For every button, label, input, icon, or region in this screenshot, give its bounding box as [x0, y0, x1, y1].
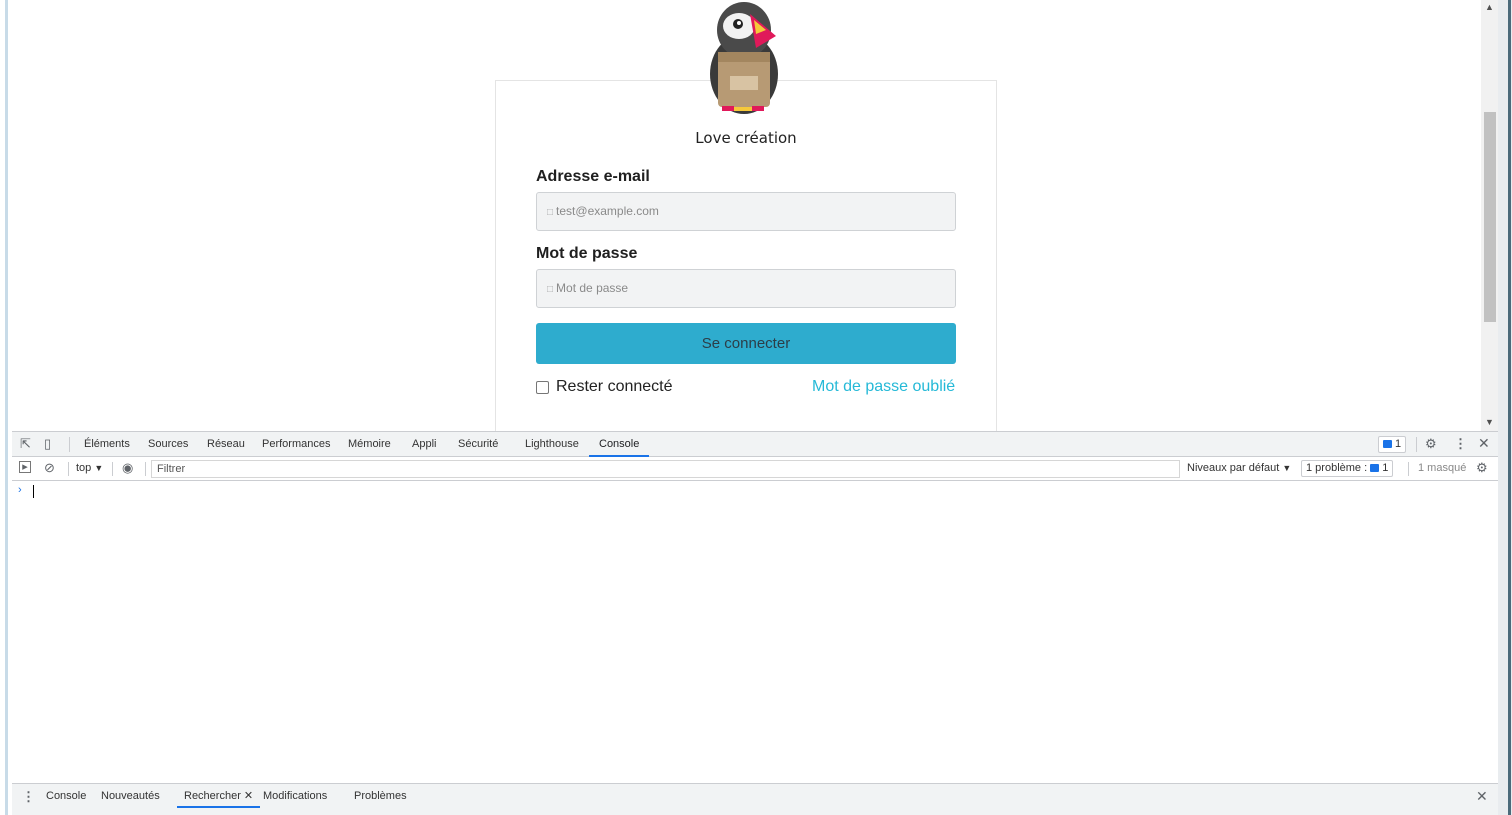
devtools-tabbar: ⇱ ▯ Éléments Sources Réseau Performances… [12, 432, 1498, 457]
drawer-tab-search[interactable]: Rechercher ✕ [177, 784, 261, 808]
remember-checkbox[interactable] [536, 380, 549, 394]
prestashop-puffin-logo [710, 2, 778, 114]
drawer-tab-issues[interactable]: Problèmes [354, 784, 407, 808]
lock-icon: □ [547, 284, 554, 295]
remember-label: Rester connecté [556, 378, 673, 395]
tab-security[interactable]: Sécurité [458, 432, 498, 457]
close-tab-icon[interactable]: ✕ [244, 790, 253, 802]
settings-gear-icon[interactable]: ⚙ [1425, 436, 1437, 452]
tab-elements[interactable]: Éléments [84, 432, 130, 457]
tab-application[interactable]: Appli [412, 432, 436, 457]
page-viewport: Love création Adresse e-mail □ test@examp… [12, 0, 1498, 431]
console-toolbar: ▸ ⊘ top ▼ ◉ Filtrer Niveaux par défaut ▼… [12, 457, 1498, 481]
email-placeholder: test@example.com [556, 204, 659, 218]
close-drawer-icon[interactable]: ✕ [1476, 788, 1488, 805]
email-label: Adresse e-mail [536, 168, 650, 185]
window-right-border [1498, 0, 1512, 815]
tab-performance[interactable]: Performances [262, 432, 330, 457]
problems-button[interactable]: 1 problème : 1 [1301, 460, 1394, 477]
drawer-menu-icon[interactable]: ⋮ [22, 789, 35, 805]
password-placeholder: Mot de passe [556, 281, 629, 295]
drawer-tab-console[interactable]: Console [46, 784, 86, 808]
scroll-up-icon[interactable]: ▲ [1481, 0, 1498, 14]
dropdown-arrow-icon: ▼ [94, 463, 104, 473]
envelope-icon: □ [547, 207, 554, 218]
tab-console[interactable]: Console [589, 432, 650, 457]
devtools-drawer: ⋮ Console Nouveautés Rechercher ✕ Modifi… [12, 783, 1498, 815]
tab-lighthouse[interactable]: Lighthouse [525, 432, 579, 457]
window-left-border [0, 0, 12, 815]
context-selector[interactable]: top ▼ [76, 462, 103, 474]
drawer-tab-changes[interactable]: Modifications [263, 784, 327, 808]
console-input-caret[interactable] [33, 485, 34, 498]
password-field[interactable]: □ Mot de passe [536, 269, 956, 308]
hidden-messages-count: 1 masqué [1418, 462, 1467, 474]
remember-me[interactable]: Rester connecté [536, 378, 673, 396]
login-button[interactable]: Se connecter [536, 323, 956, 364]
clear-console-icon[interactable]: ⊘ [44, 460, 55, 476]
email-field[interactable]: □ test@example.com [536, 192, 956, 231]
inspect-element-icon[interactable]: ⇱ [20, 436, 31, 452]
close-devtools-icon[interactable]: ✕ [1478, 435, 1490, 452]
console-filter-input[interactable]: Filtrer [151, 460, 1180, 478]
drawer-tab-whats-new[interactable]: Nouveautés [101, 784, 160, 808]
scrollbar-thumb[interactable] [1484, 112, 1496, 322]
device-toolbar-icon[interactable]: ▯ [44, 436, 51, 452]
issues-badge[interactable]: 1 [1378, 436, 1407, 453]
eye-icon[interactable]: ◉ [122, 460, 133, 476]
message-icon [1383, 440, 1392, 448]
console-settings-icon[interactable]: ⚙ [1476, 460, 1488, 476]
page-scrollbar[interactable]: ▲ ▼ [1481, 0, 1498, 431]
dropdown-arrow-icon: ▼ [1282, 463, 1292, 473]
log-levels-dropdown[interactable]: Niveaux par défaut ▼ [1187, 462, 1291, 474]
tab-sources[interactable]: Sources [148, 432, 188, 457]
console-prompt-icon: › [18, 484, 22, 496]
forgot-password-link[interactable]: Mot de passe oublié [812, 378, 955, 396]
devtools-panel: ⇱ ▯ Éléments Sources Réseau Performances… [12, 431, 1498, 815]
tab-memory[interactable]: Mémoire [348, 432, 391, 457]
message-icon [1370, 464, 1380, 472]
scroll-down-icon[interactable]: ▼ [1481, 415, 1498, 429]
show-sidebar-icon[interactable]: ▸ [19, 461, 31, 473]
shop-name: Love création [695, 129, 797, 147]
tab-network[interactable]: Réseau [207, 432, 245, 457]
more-menu-icon[interactable]: ⋮ [1454, 436, 1467, 452]
password-label: Mot de passe [536, 245, 638, 262]
